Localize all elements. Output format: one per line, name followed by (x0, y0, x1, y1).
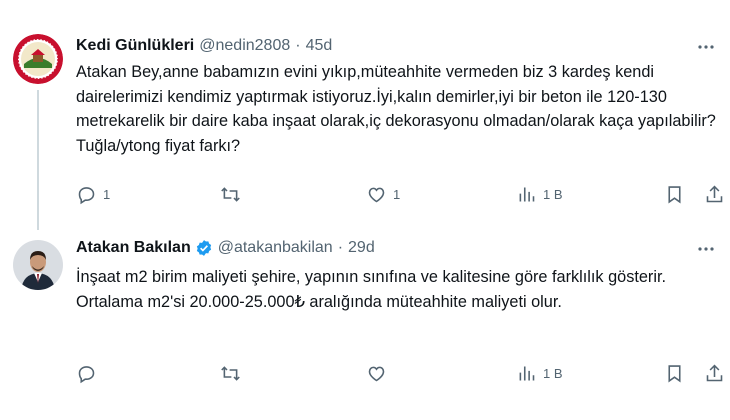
like-button[interactable] (366, 361, 393, 385)
tweet-actions: 1 1 1 B (76, 182, 726, 206)
avatar-logo-icon (13, 34, 63, 84)
more-button[interactable] (696, 37, 716, 57)
share-icon (706, 185, 723, 202)
user-handle[interactable]: @atakanbakilan (218, 239, 333, 257)
avatar[interactable] (13, 240, 63, 290)
views-icon (519, 187, 535, 201)
views-button[interactable]: 1 B (516, 182, 563, 206)
separator-dot: · (295, 37, 301, 54)
views-icon (519, 366, 535, 380)
share-button[interactable] (704, 361, 725, 385)
thread-line (37, 90, 39, 230)
display-name[interactable]: Atakan Bakılan (76, 239, 191, 257)
user-handle[interactable]: @nedin2808 (199, 37, 290, 55)
retweet-button[interactable] (220, 361, 247, 385)
tweet-actions: 1 B (76, 361, 726, 385)
timestamp[interactable]: 29d (348, 239, 375, 257)
bookmark-button[interactable] (664, 361, 685, 385)
bookmark-icon (668, 364, 681, 382)
tweet-text: Atakan Bey,anne babamızın evini yıkıp,mü… (76, 63, 716, 155)
tweet-header: Atakan Bakılan @atakanbakilan · 29d (76, 237, 375, 259)
like-icon (368, 187, 385, 202)
more-icon (698, 45, 714, 49)
separator-dot: · (337, 239, 344, 256)
bookmark-button[interactable] (664, 182, 685, 206)
tweet-atakan-bakilan[interactable]: Atakan Bakılan @atakanbakilan · 29d İnşa… (0, 225, 730, 420)
view-count: 1 B (543, 186, 563, 202)
reply-icon (78, 186, 95, 204)
verified-badge-icon (196, 240, 211, 256)
more-icon (698, 247, 714, 251)
tweet-text: İnşaat m2 birim maliyeti şehire, yapının… (76, 268, 666, 311)
bookmark-icon (668, 185, 681, 203)
reply-button[interactable] (76, 361, 103, 385)
reply-count: 1 (103, 186, 111, 202)
reply-button[interactable]: 1 (76, 182, 110, 206)
retweet-icon (221, 365, 240, 381)
view-count: 1 B (543, 365, 563, 381)
reply-icon (78, 365, 95, 383)
retweet-icon (221, 186, 240, 202)
display-name[interactable]: Kedi Günlükleri (76, 37, 194, 55)
share-button[interactable] (704, 182, 725, 206)
more-button[interactable] (696, 239, 716, 259)
retweet-button[interactable] (220, 182, 247, 206)
avatar[interactable] (13, 34, 63, 84)
like-button[interactable]: 1 (366, 182, 400, 206)
like-icon (368, 366, 385, 381)
like-count: 1 (393, 186, 401, 202)
tweet-header: Kedi Günlükleri @nedin2808 · 45d (76, 35, 332, 57)
share-icon (706, 364, 723, 381)
timestamp[interactable]: 45d (306, 37, 333, 55)
avatar-photo-icon (13, 240, 63, 290)
views-button[interactable]: 1 B (516, 361, 563, 385)
tweet-kedi-gunlukleri[interactable]: Kedi Günlükleri @nedin2808 · 45d Atakan … (0, 0, 730, 230)
